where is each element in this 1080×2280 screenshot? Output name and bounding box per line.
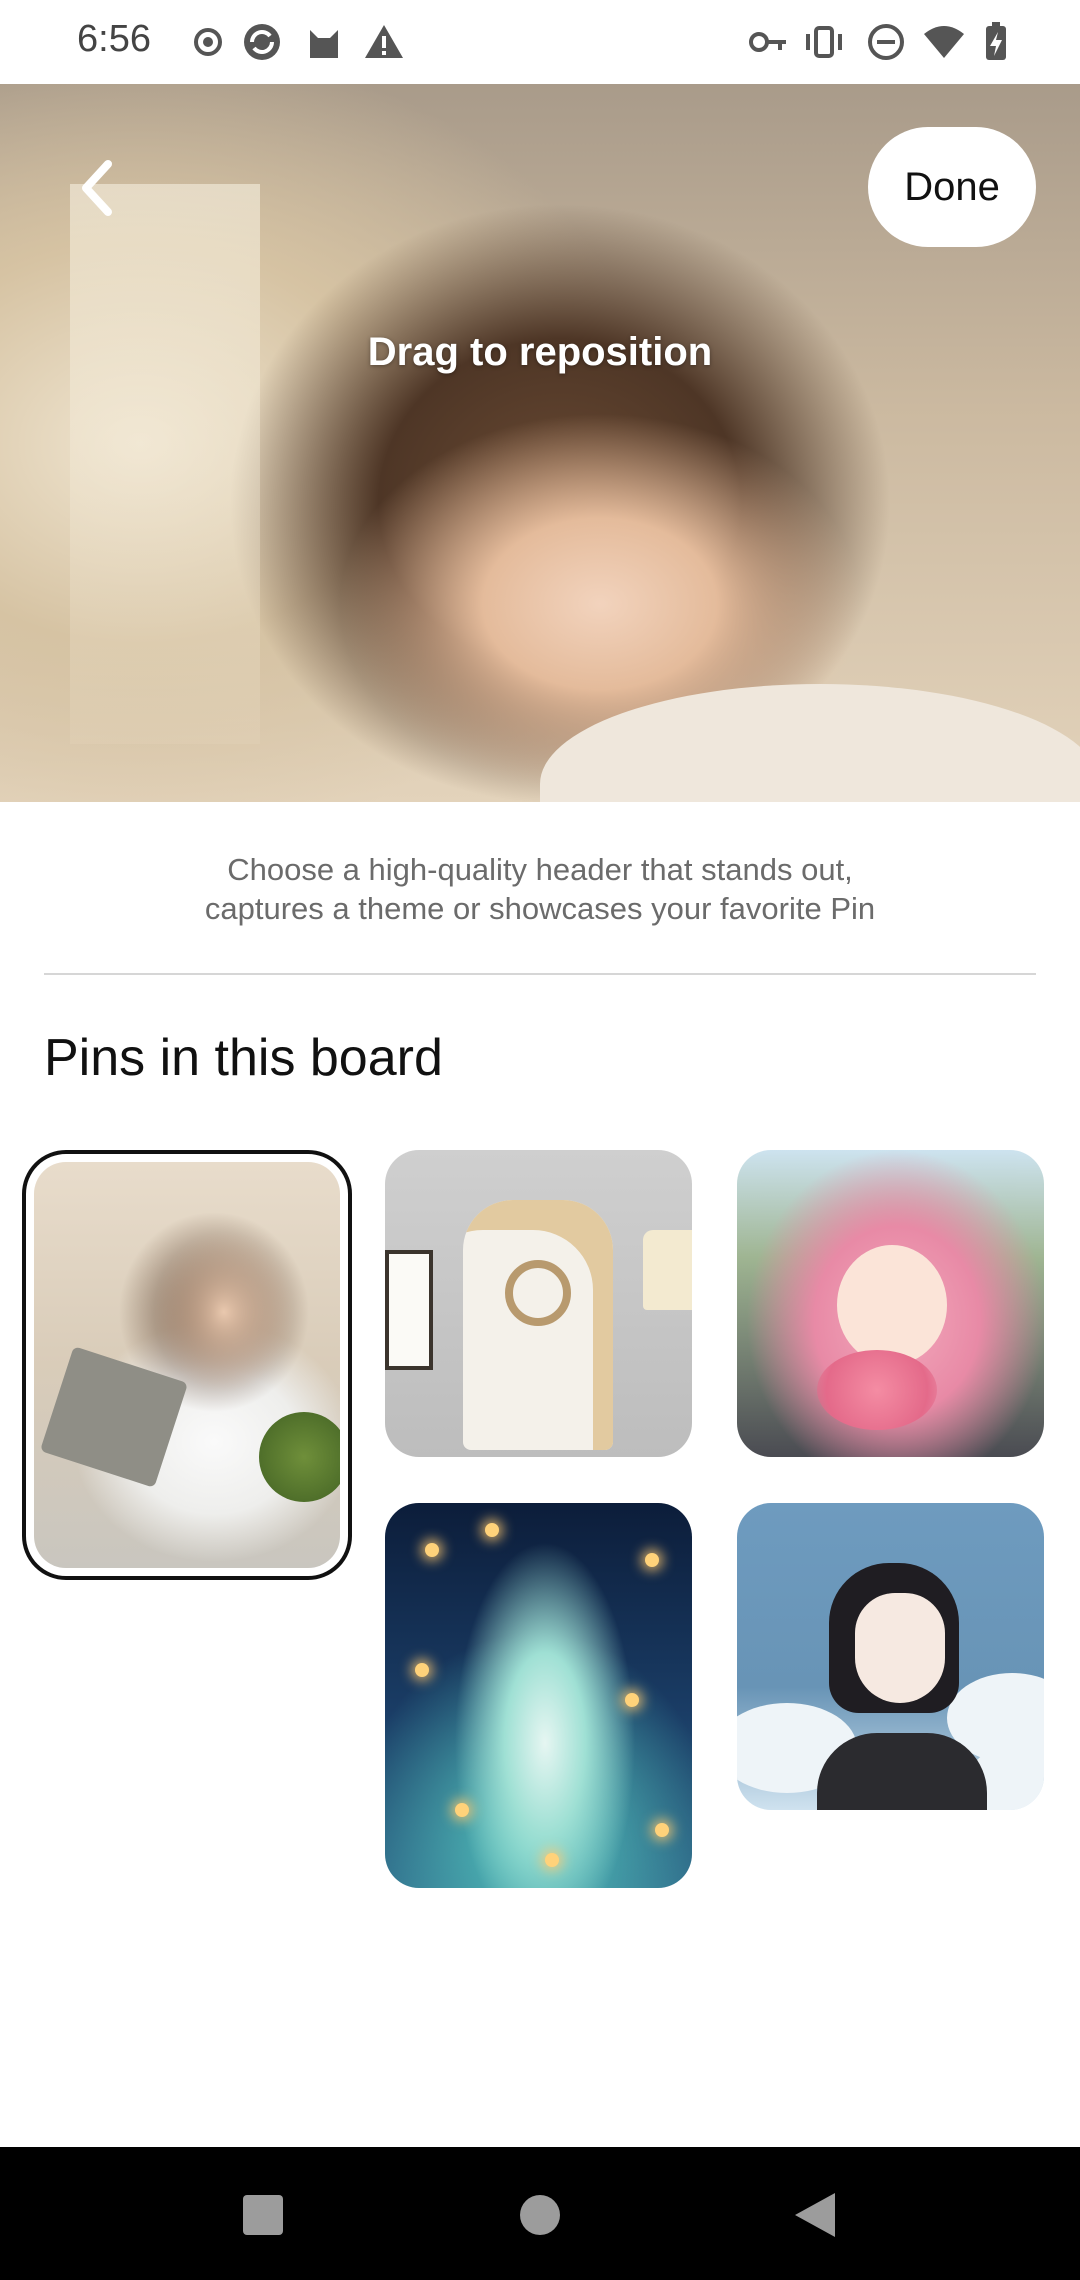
done-button[interactable]: Done bbox=[868, 127, 1036, 247]
pin-short-hair-girl-sky[interactable] bbox=[737, 1503, 1044, 1810]
pin-5-face bbox=[855, 1593, 945, 1703]
pin-3-face bbox=[837, 1245, 947, 1365]
pin-4-lantern bbox=[415, 1663, 429, 1677]
recents-square-icon[interactable] bbox=[243, 2195, 283, 2235]
sync-icon bbox=[240, 20, 284, 64]
pin-white-hoodie-dress[interactable] bbox=[385, 1150, 692, 1457]
pin-4-lantern bbox=[655, 1823, 669, 1837]
description-line-1: Choose a high-quality header that stands… bbox=[227, 852, 853, 887]
header-image-shoulder bbox=[540, 684, 1080, 802]
pin-4-lantern bbox=[545, 1853, 559, 1867]
header-description: Choose a high-quality header that stands… bbox=[0, 850, 1080, 928]
radio-button-icon bbox=[186, 20, 230, 64]
cat-icon bbox=[302, 20, 346, 64]
status-time: 6:56 bbox=[77, 18, 151, 60]
do-not-disturb-icon bbox=[864, 20, 908, 64]
pin-4-lantern bbox=[425, 1543, 439, 1557]
pin-3-flowers bbox=[817, 1350, 937, 1430]
battery-icon bbox=[974, 20, 1018, 64]
pin-girl-reading-by-window[interactable] bbox=[34, 1162, 340, 1568]
pin-princess-with-glowing-butterflies[interactable] bbox=[385, 1503, 692, 1888]
drag-to-reposition-hint: Drag to reposition bbox=[367, 330, 713, 374]
header-image-window-light bbox=[70, 184, 260, 744]
wifi-icon bbox=[922, 20, 966, 64]
chevron-left-icon bbox=[82, 160, 112, 216]
pin-4-lantern bbox=[455, 1803, 469, 1817]
app-root: 6:56 Drag to reposition Done Choose a hi… bbox=[0, 0, 1080, 2280]
pin-1-plant bbox=[259, 1412, 340, 1502]
pin-pink-hair-girl-with-flowers[interactable] bbox=[737, 1150, 1044, 1457]
warning-icon bbox=[362, 20, 406, 64]
home-circle-icon[interactable] bbox=[520, 2195, 560, 2235]
pin-2-sign bbox=[385, 1250, 433, 1370]
section-title: Pins in this board bbox=[44, 1029, 443, 1087]
pin-4-lantern bbox=[645, 1553, 659, 1567]
status-bar: 6:56 bbox=[0, 0, 1080, 84]
pin-2-lamp bbox=[643, 1230, 692, 1310]
pin-1-book bbox=[39, 1346, 189, 1488]
back-button[interactable] bbox=[70, 158, 130, 218]
divider bbox=[44, 973, 1036, 975]
description-line-2: captures a theme or showcases your favor… bbox=[204, 891, 876, 926]
pin-4-lantern bbox=[485, 1523, 499, 1537]
vibrate-icon bbox=[802, 20, 846, 64]
back-triangle-icon[interactable] bbox=[795, 2193, 835, 2237]
pin-2-wreath bbox=[505, 1260, 571, 1326]
vpn-key-icon bbox=[746, 20, 790, 64]
pin-4-lantern bbox=[625, 1693, 639, 1707]
pin-5-body bbox=[817, 1733, 987, 1810]
